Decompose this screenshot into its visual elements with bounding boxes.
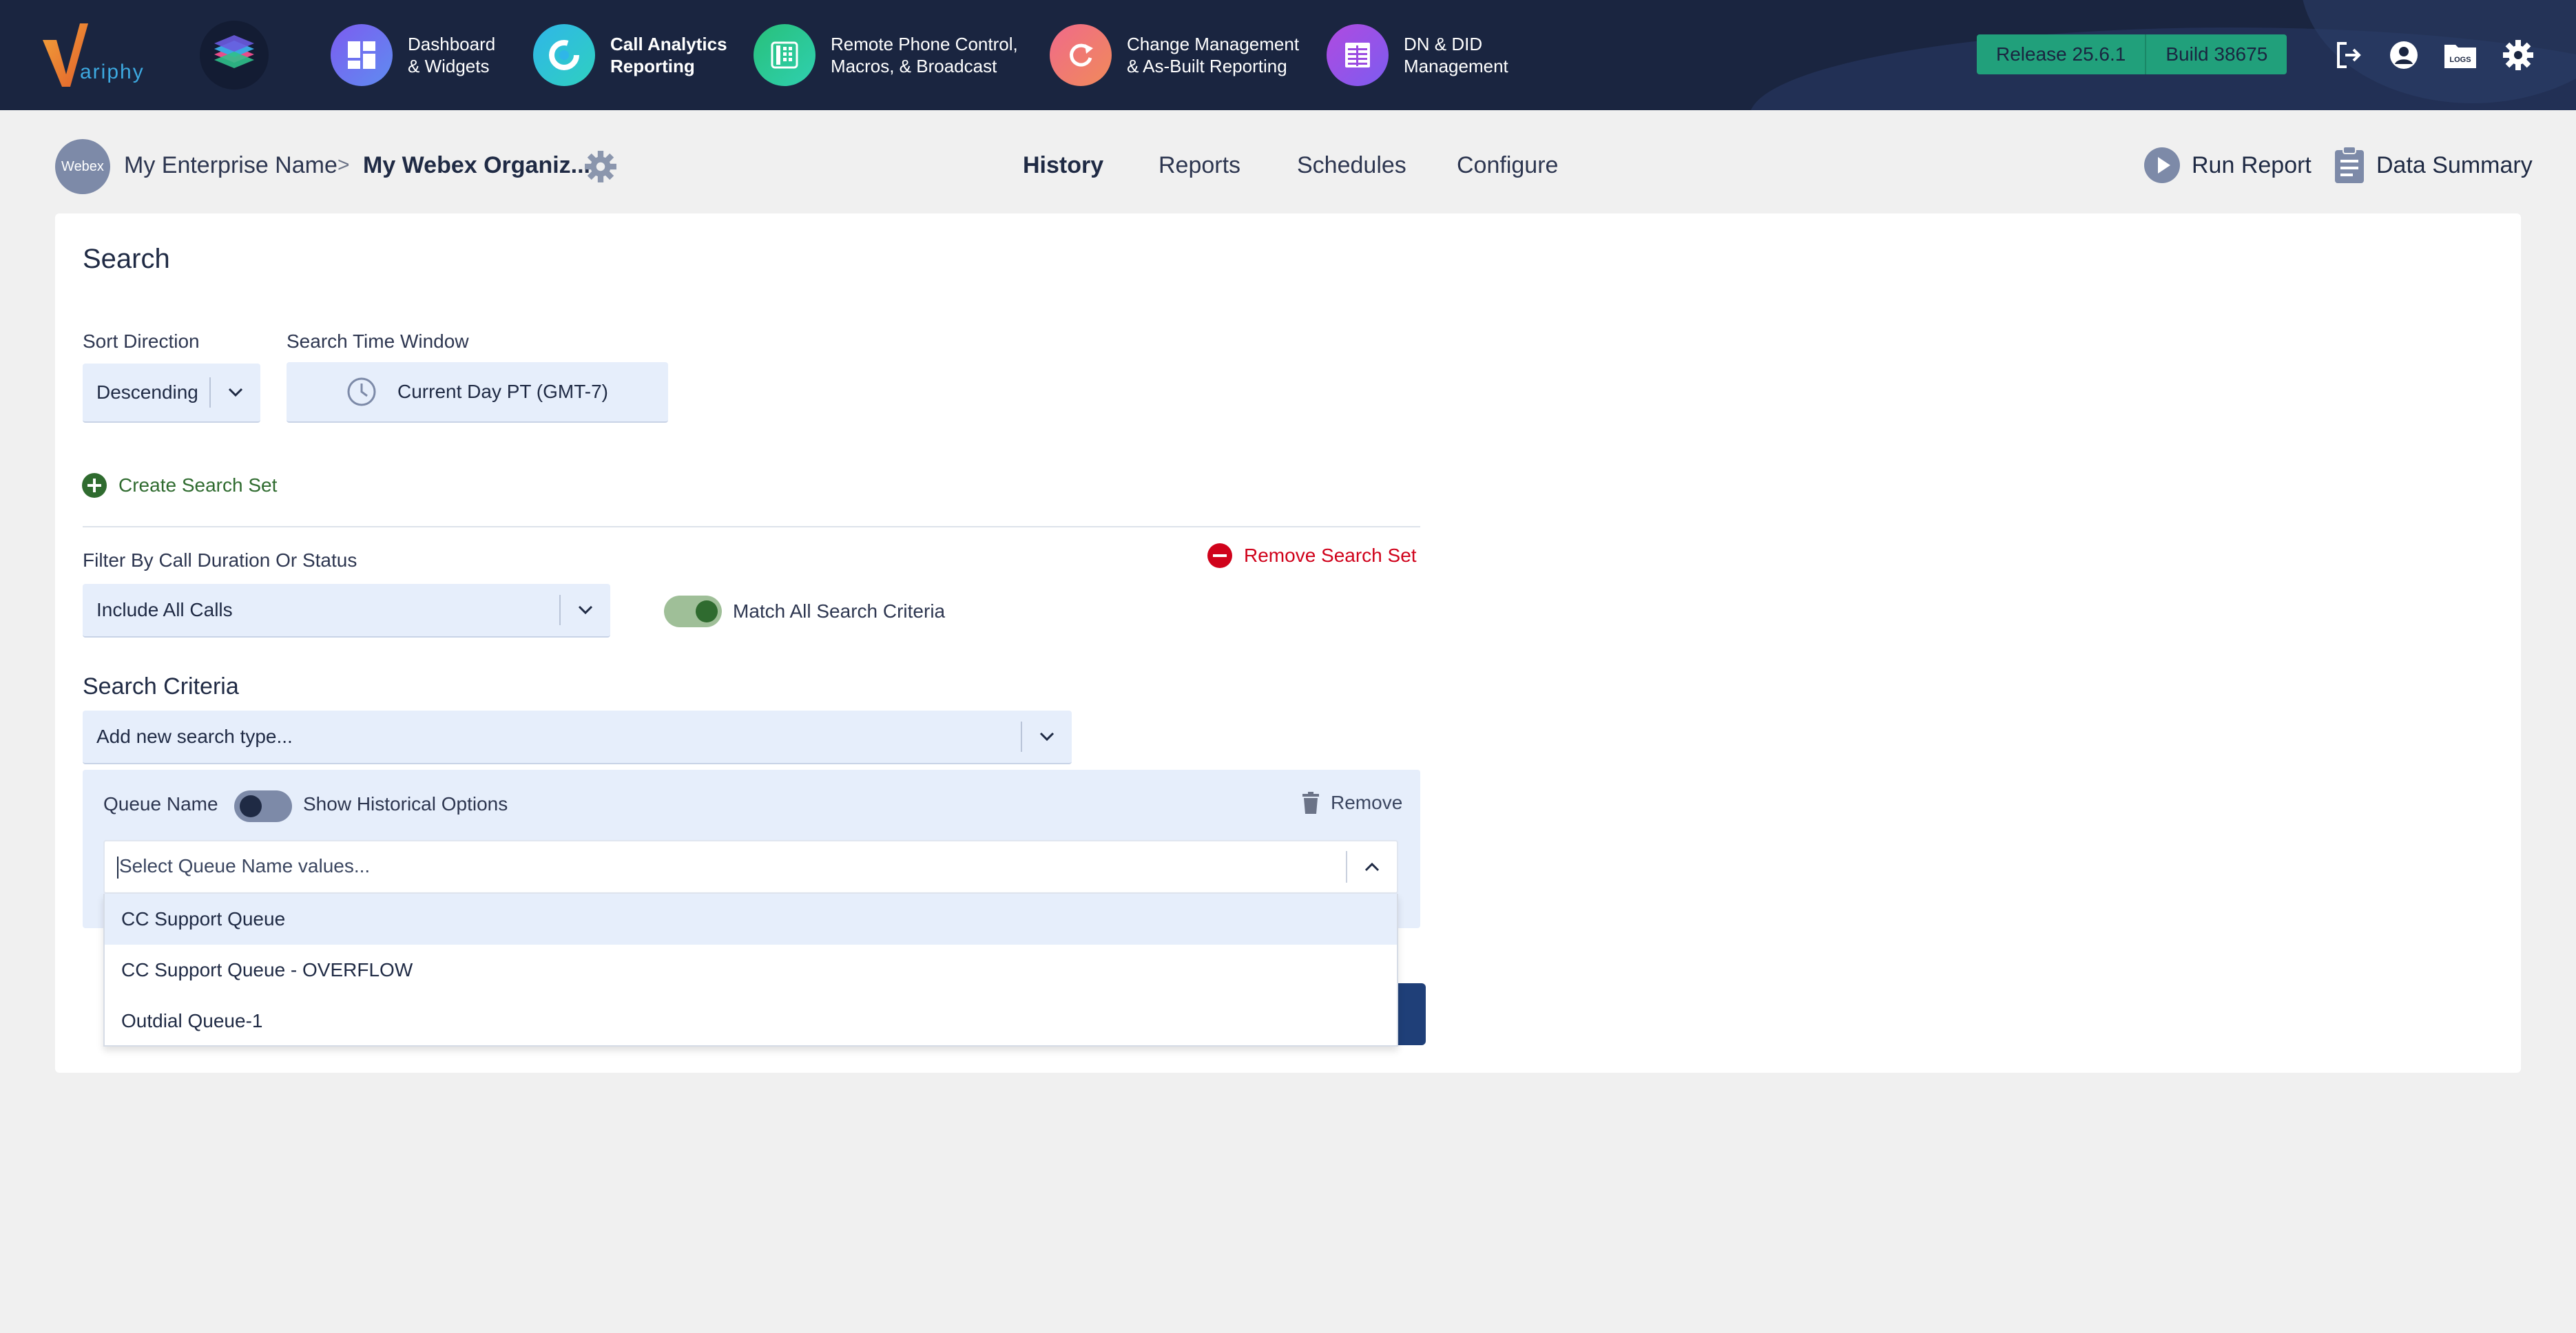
logs-folder-icon[interactable]: LOGS <box>2441 36 2480 74</box>
data-summary-button[interactable]: Data Summary <box>2334 146 2533 185</box>
time-window-label: Search Time Window <box>287 330 469 352</box>
svg-text:ariphy: ariphy <box>80 61 145 83</box>
queue-values-input[interactable]: Select Queue Name values... <box>103 840 1398 894</box>
breadcrumb-organization[interactable]: My Webex Organiz... <box>363 150 590 180</box>
add-circle-icon <box>82 473 107 498</box>
refresh-icon <box>1050 24 1112 86</box>
data-summary-label: Data Summary <box>2376 151 2533 178</box>
nav-dn-did-management[interactable]: DN & DID Management <box>1327 22 1508 88</box>
nav-change-management[interactable]: Change Management & As-Built Reporting <box>1050 22 1299 88</box>
toggle-knob <box>696 600 718 622</box>
breadcrumb-bar: Webex My Enterprise Name > My Webex Orga… <box>0 110 2576 220</box>
trash-icon <box>1302 792 1319 814</box>
queue-values-placeholder: Select Queue Name values... <box>119 855 371 877</box>
create-search-set-label: Create Search Set <box>118 474 278 496</box>
nav-label: Remote Phone Control, Macros, & Broadcas… <box>831 34 1018 76</box>
sort-direction-label: Sort Direction <box>83 330 200 352</box>
user-icon[interactable] <box>2385 36 2423 74</box>
avatar[interactable]: Webex <box>55 139 110 194</box>
tab-schedules[interactable]: Schedules <box>1297 150 1406 180</box>
remove-criterion-label: Remove <box>1331 792 1403 813</box>
call-analytics-icon <box>533 24 595 86</box>
logout-icon[interactable] <box>2329 36 2368 74</box>
release-label: Release 25.6.1 <box>1977 34 2146 74</box>
sort-direction-value: Descending <box>96 381 198 403</box>
criterion-name: Queue Name <box>103 793 218 815</box>
historical-options-label: Show Historical Options <box>303 793 508 815</box>
dashboard-icon <box>331 24 393 86</box>
nav-label: Change Management & As-Built Reporting <box>1127 34 1300 76</box>
divider <box>83 526 1420 527</box>
search-button[interactable] <box>1398 983 1426 1045</box>
breadcrumb-separator: > <box>337 154 350 176</box>
chevron-down-icon <box>211 388 260 397</box>
search-criteria-title: Search Criteria <box>83 673 239 700</box>
settings-gear-icon[interactable] <box>2499 36 2537 74</box>
toggle-knob <box>240 795 262 817</box>
phone-icon <box>754 24 816 86</box>
chevron-down-icon <box>1022 732 1072 742</box>
time-window-select[interactable]: Current Day PT (GMT-7) <box>287 362 668 423</box>
version-badge: Release 25.6.1 Build 38675 <box>1977 34 2287 74</box>
nav-call-analytics[interactable]: Call Analytics Reporting <box>533 22 727 88</box>
add-search-type-placeholder: Add new search type... <box>96 726 293 747</box>
organization-settings-icon[interactable] <box>584 150 617 183</box>
time-window-value: Current Day PT (GMT-7) <box>397 381 608 402</box>
page-title: Search <box>83 244 170 274</box>
run-report-label: Run Report <box>2192 151 2312 178</box>
chevron-up-icon[interactable] <box>1347 862 1397 872</box>
top-navigation-bar: ariphy Dashboard & Widgets Call Analytic… <box>0 0 2576 110</box>
add-search-type-select[interactable]: Add new search type... <box>83 711 1072 764</box>
tab-history[interactable]: History <box>1023 150 1103 180</box>
layers-icon <box>214 35 254 68</box>
match-all-toggle[interactable] <box>664 596 722 627</box>
apps-layers-button[interactable] <box>200 21 269 90</box>
create-search-set-button[interactable]: Create Search Set <box>81 472 277 498</box>
table-icon <box>1327 24 1389 86</box>
call-filter-value: Include All Calls <box>96 599 233 620</box>
nav-remote-phone-control[interactable]: Remote Phone Control, Macros, & Broadcas… <box>754 22 1018 88</box>
text-caret <box>117 856 118 879</box>
clipboard-icon <box>2335 146 2364 183</box>
run-report-button[interactable]: Run Report <box>2143 146 2312 185</box>
chevron-down-icon <box>561 605 610 615</box>
nav-dashboard-widgets[interactable]: Dashboard & Widgets <box>331 22 495 88</box>
remove-search-set-label: Remove Search Set <box>1244 545 1417 566</box>
variphy-logo[interactable]: ariphy <box>40 21 150 90</box>
nav-label: Dashboard & Widgets <box>408 34 496 76</box>
dropdown-option[interactable]: Outdial Queue-1 <box>105 996 1397 1047</box>
breadcrumb-enterprise[interactable]: My Enterprise Name <box>124 150 337 180</box>
historical-options-toggle[interactable] <box>234 790 292 822</box>
dropdown-option[interactable]: CC Support Queue <box>105 894 1397 945</box>
play-icon <box>2144 147 2180 183</box>
logs-label: LOGS <box>2449 56 2471 64</box>
nav-label: Call Analytics Reporting <box>610 34 727 76</box>
remove-search-set-button[interactable]: Remove Search Set <box>1207 543 1417 569</box>
remove-criterion-button[interactable]: Remove <box>1302 792 1402 814</box>
dropdown-option[interactable]: CC Support Queue - OVERFLOW <box>105 945 1397 996</box>
filter-label: Filter By Call Duration Or Status <box>83 549 357 571</box>
remove-circle-icon <box>1207 543 1232 568</box>
match-all-label: Match All Search Criteria <box>733 600 946 622</box>
tab-configure[interactable]: Configure <box>1457 150 1558 180</box>
call-filter-select[interactable]: Include All Calls <box>83 584 610 638</box>
nav-label: DN & DID Management <box>1404 34 1508 76</box>
queue-options-dropdown: CC Support Queue CC Support Queue - OVER… <box>103 894 1398 1047</box>
build-label: Build 38675 <box>2145 34 2287 74</box>
search-card: Search Sort Direction Descending Search … <box>55 213 2521 1073</box>
tab-reports[interactable]: Reports <box>1159 150 1240 180</box>
clock-icon <box>347 377 376 406</box>
sort-direction-select[interactable]: Descending <box>83 364 260 423</box>
queue-values-field[interactable]: Select Queue Name values... <box>105 855 1346 879</box>
